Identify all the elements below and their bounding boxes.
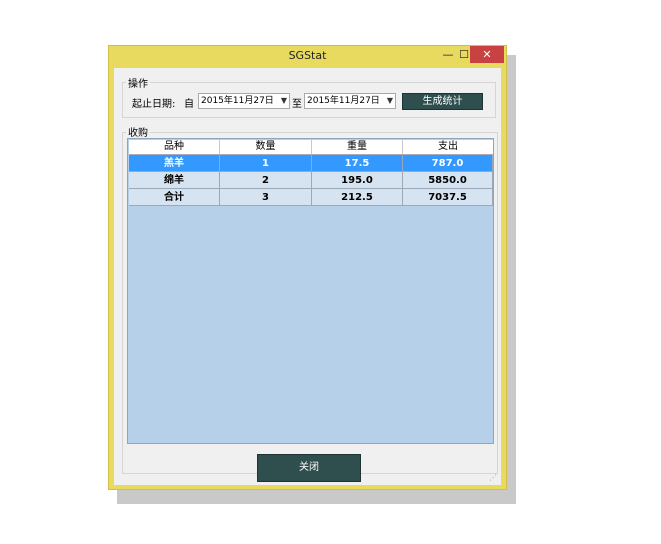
column-header[interactable]: 重量 bbox=[312, 140, 403, 154]
table-cell: 3 bbox=[220, 189, 312, 206]
end-date-value: 2015年11月27日 bbox=[307, 96, 380, 106]
table-cell: 7037.5 bbox=[403, 189, 493, 206]
table-cell: 195.0 bbox=[312, 172, 403, 189]
operation-group-label: 操作 bbox=[126, 75, 150, 90]
start-date-value: 2015年11月27日 bbox=[201, 96, 274, 106]
chevron-down-icon: ▼ bbox=[280, 96, 287, 105]
column-header[interactable]: 支出 bbox=[403, 140, 493, 154]
from-label: 自 bbox=[184, 99, 194, 110]
generate-stats-button[interactable]: 生成统计 bbox=[402, 93, 483, 110]
table-cell: 5850.0 bbox=[403, 172, 493, 189]
table-cell: 羔羊 bbox=[129, 155, 220, 172]
purchase-group-label: 收购 bbox=[126, 124, 150, 139]
table-cell: 2 bbox=[220, 172, 312, 189]
end-date-picker[interactable]: 2015年11月27日 ▼ bbox=[304, 93, 396, 109]
purchase-table[interactable]: 品种 数量 重量 支出 羔羊 1 17.5 787.0 绵羊 2 195.0 5… bbox=[127, 138, 494, 444]
table-header: 品种 数量 重量 支出 bbox=[129, 140, 493, 155]
table-cell: 17.5 bbox=[312, 155, 403, 172]
chevron-down-icon: ▼ bbox=[386, 96, 393, 105]
title-bar[interactable]: SGStat — ☐ ✕ bbox=[109, 46, 506, 66]
start-date-picker[interactable]: 2015年11月27日 ▼ bbox=[198, 93, 290, 109]
close-icon[interactable]: ✕ bbox=[470, 46, 504, 63]
date-range-label: 起止日期: bbox=[132, 99, 176, 110]
table-cell: 1 bbox=[220, 155, 312, 172]
column-header[interactable]: 品种 bbox=[129, 140, 220, 154]
table-cell: 合计 bbox=[129, 189, 220, 206]
table-cell: 绵羊 bbox=[129, 172, 220, 189]
close-button[interactable]: 关闭 bbox=[257, 454, 361, 482]
table-cell: 787.0 bbox=[403, 155, 493, 172]
to-label: 至 bbox=[292, 99, 302, 110]
column-header[interactable]: 数量 bbox=[220, 140, 312, 154]
resize-grip-icon[interactable]: ⋰ bbox=[489, 473, 497, 482]
table-cell: 212.5 bbox=[312, 189, 403, 206]
client-area: 操作 起止日期: 自 2015年11月27日 ▼ 至 2015年11月27日 ▼… bbox=[114, 68, 501, 485]
app-window: SGStat — ☐ ✕ 操作 起止日期: 自 2015年11月27日 ▼ 至 … bbox=[108, 45, 507, 490]
